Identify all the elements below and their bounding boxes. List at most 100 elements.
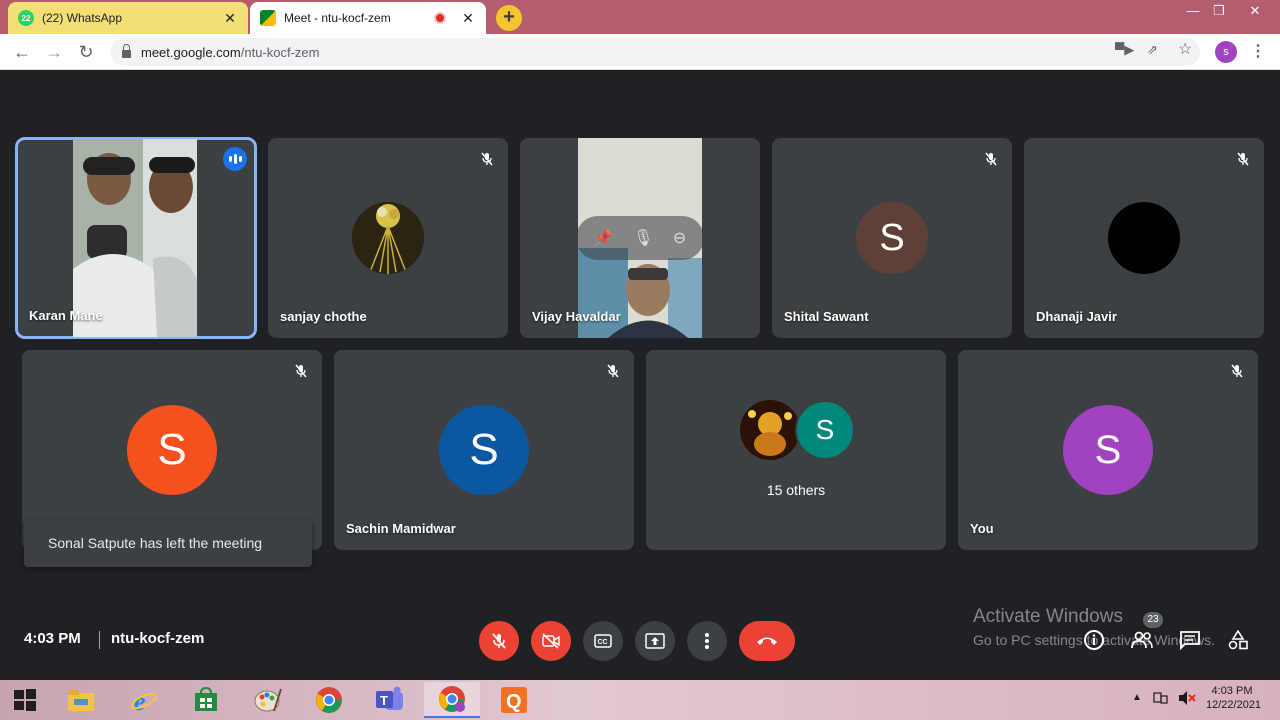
store-icon [195,687,217,711]
tab-title: Meet - ntu-kocf-zem [284,11,391,25]
reload-icon[interactable]: ↻ [74,40,98,64]
mic-off-icon [980,148,1002,170]
activities-icon [1228,630,1248,650]
paint-button[interactable] [240,682,296,718]
captions-button[interactable]: CC [583,621,623,661]
mic-off-icon [1232,148,1254,170]
people-button[interactable] [1130,628,1154,652]
bookmark-star-icon[interactable]: ☆ [1178,39,1192,59]
watermark-title: Activate Windows [973,606,1123,627]
teams-button[interactable]: T [362,682,418,718]
start-button[interactable] [0,682,50,718]
browser-menu-icon[interactable]: ⋮ [1250,41,1266,63]
internet-explorer-button[interactable]: e [116,682,172,718]
show-hidden-icons[interactable]: ▲ [1132,692,1142,703]
participant-name: Karan Mane [29,308,103,323]
mic-off-icon [476,148,498,170]
participant-name: Sachin Mamidwar [346,521,456,536]
meeting-code: ntu-kocf-zem [111,630,205,647]
mic-icon[interactable]: 🎙 [633,228,653,248]
taskbar-date: 12/22/2021 [1206,699,1262,711]
meeting-time: 4:03 PM [24,630,81,647]
participant-avatar: S [1063,405,1153,495]
camera-off-icon [542,633,560,649]
restore-icon[interactable]: ❐ [1202,0,1236,22]
participant-avatar: S [795,400,855,460]
speaking-indicator-icon [223,147,247,171]
mic-off-icon [602,360,624,382]
participant-tile[interactable]: S Shital Sawant [772,138,1012,338]
divider [99,631,100,649]
svg-text:T: T [380,693,388,708]
participant-avatar [352,202,424,274]
chrome-icon [316,687,342,713]
whatsapp-icon: 22 [18,10,34,26]
more-options-button[interactable] [687,621,727,661]
mic-toggle-button[interactable] [479,621,519,661]
participant-tile[interactable]: sanjay chothe [268,138,508,338]
camera-icon[interactable]: ▀▶ [1115,42,1134,58]
network-icon[interactable] [1153,690,1169,709]
tab-title: (22) WhatsApp [42,11,123,25]
forward-icon[interactable]: → [42,40,66,64]
participant-tile[interactable]: Dhanaji Javir [1024,138,1264,338]
store-button[interactable] [178,682,234,718]
participant-name: You [970,521,994,536]
mic-off-icon [290,360,312,382]
mic-off-icon [492,633,506,649]
lock-icon [122,43,131,58]
tab-whatsapp[interactable]: 22 (22) WhatsApp ✕ [8,2,248,34]
new-tab-button[interactable]: + [496,5,522,31]
notification-toast: Sonal Satpute has left the meeting [24,519,312,567]
others-tile[interactable]: S 15 others [646,350,946,550]
browser-toolbar: ← → ↻ meet.google.com/ntu-kocf-zem ▀▶ ⇗ … [0,34,1280,70]
chrome-icon [439,686,465,712]
camera-toggle-button[interactable] [531,621,571,661]
activities-button[interactable] [1226,628,1250,652]
chrome-profile-button[interactable] [424,682,480,718]
meeting-details-button[interactable] [1082,628,1106,652]
paint-palette-icon [254,688,282,712]
people-icon [1131,631,1153,649]
participant-tile[interactable]: S Sachin Mamidwar [334,350,634,550]
close-window-icon[interactable]: ✕ [1238,0,1272,22]
participant-avatar: S [439,405,529,495]
present-button[interactable] [635,621,675,661]
people-count-badge: 23 [1143,612,1163,628]
participant-name: Shital Sawant [784,309,869,324]
svg-text:CC: CC [598,639,608,646]
taskbar-clock[interactable]: 4:03 PM 12/22/2021 [1206,685,1262,711]
ie-icon: e [131,687,157,714]
windows-taskbar: e T Q ▲ 4:03 PM 12/22/2021 [0,680,1280,720]
back-icon[interactable]: ← [10,40,34,64]
teams-icon: T [376,686,403,710]
self-tile[interactable]: S You [958,350,1258,550]
chat-button[interactable] [1178,628,1202,652]
captions-icon: CC [594,634,612,648]
tile-hover-controls: 📌 🎙 ⊖ [576,216,704,260]
url-text: meet.google.com/ntu-kocf-zem [141,44,320,60]
participant-name: Dhanaji Javir [1036,309,1117,324]
tab-meet[interactable]: Meet - ntu-kocf-zem ✕ [250,2,486,34]
chrome-button[interactable] [301,682,357,718]
pin-icon[interactable]: 📌 [594,228,614,248]
hang-up-icon [757,637,777,645]
meet-icon [260,10,276,26]
share-icon[interactable]: ⇗ [1147,42,1158,58]
quick-heal-button[interactable]: Q [486,682,542,718]
close-tab-icon[interactable]: ✕ [222,10,238,27]
folder-icon [68,690,94,711]
file-explorer-button[interactable] [53,682,109,718]
participant-avatar [1108,202,1180,274]
info-icon [1084,630,1104,650]
volume-muted-icon[interactable] [1178,690,1196,709]
participant-tile[interactable]: Karan Mane [15,137,257,339]
leave-call-button[interactable] [739,621,795,661]
windows-logo-icon [14,689,36,711]
address-bar[interactable]: meet.google.com/ntu-kocf-zem [110,38,1200,66]
browser-tab-bar: 22 (22) WhatsApp ✕ Meet - ntu-kocf-zem ✕… [0,0,1280,34]
profile-avatar[interactable]: s [1215,41,1237,63]
remove-icon[interactable]: ⊖ [673,228,686,248]
close-tab-icon[interactable]: ✕ [460,10,476,27]
participant-tile[interactable]: 📌 🎙 ⊖ Vijay Havaldar [520,138,760,338]
